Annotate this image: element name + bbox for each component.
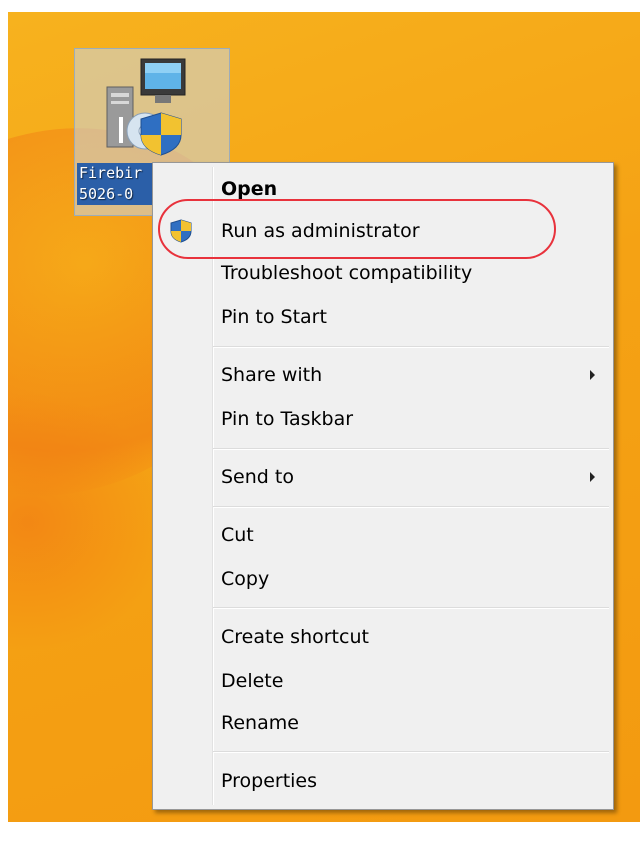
- menu-item-troubleshoot-compatibility[interactable]: Troubleshoot compatibility: [155, 251, 611, 295]
- uac-shield-icon: [170, 219, 192, 243]
- installer-icon: [106, 58, 186, 156]
- menu-item-label: Properties: [221, 770, 318, 792]
- menu-item-send-to[interactable]: Send to: [155, 455, 611, 499]
- icon-label-line2: 5026-0: [79, 185, 134, 203]
- menu-separator: [213, 346, 609, 348]
- desktop-file-icon-label: Firebir 5026-0: [77, 163, 159, 205]
- submenu-arrow-icon: [590, 472, 595, 482]
- menu-separator: [213, 751, 609, 753]
- menu-item-run-as-administrator[interactable]: Run as administrator: [155, 209, 611, 253]
- menu-item-rename[interactable]: Rename: [155, 701, 611, 745]
- menu-item-copy[interactable]: Copy: [155, 557, 611, 601]
- menu-item-pin-to-taskbar[interactable]: Pin to Taskbar: [155, 397, 611, 441]
- menu-item-delete[interactable]: Delete: [155, 659, 611, 703]
- menu-item-label: Open: [221, 178, 278, 200]
- menu-item-label: Copy: [221, 568, 270, 590]
- icon-label-line1: Firebir: [79, 164, 143, 182]
- submenu-arrow-icon: [590, 370, 595, 380]
- menu-item-properties[interactable]: Properties: [155, 759, 611, 803]
- menu-separator: [213, 607, 609, 609]
- menu-item-share-with[interactable]: Share with: [155, 353, 611, 397]
- menu-item-label: Create shortcut: [221, 626, 369, 648]
- menu-item-label: Rename: [221, 712, 299, 734]
- menu-separator: [213, 506, 609, 508]
- menu-item-create-shortcut[interactable]: Create shortcut: [155, 615, 611, 659]
- menu-item-label: Pin to Start: [221, 306, 327, 328]
- context-menu: Open Run as administrator Troubleshoot c…: [152, 162, 614, 810]
- menu-item-open[interactable]: Open: [155, 167, 611, 211]
- menu-item-pin-to-start[interactable]: Pin to Start: [155, 295, 611, 339]
- menu-separator: [213, 448, 609, 450]
- menu-item-label: Troubleshoot compatibility: [221, 262, 473, 284]
- menu-item-label: Delete: [221, 670, 284, 692]
- menu-item-cut[interactable]: Cut: [155, 513, 611, 557]
- menu-item-label: Send to: [221, 466, 294, 488]
- menu-item-label: Cut: [221, 524, 254, 546]
- menu-item-label: Share with: [221, 364, 323, 386]
- menu-item-label: Run as administrator: [221, 220, 420, 242]
- menu-item-label: Pin to Taskbar: [221, 408, 354, 430]
